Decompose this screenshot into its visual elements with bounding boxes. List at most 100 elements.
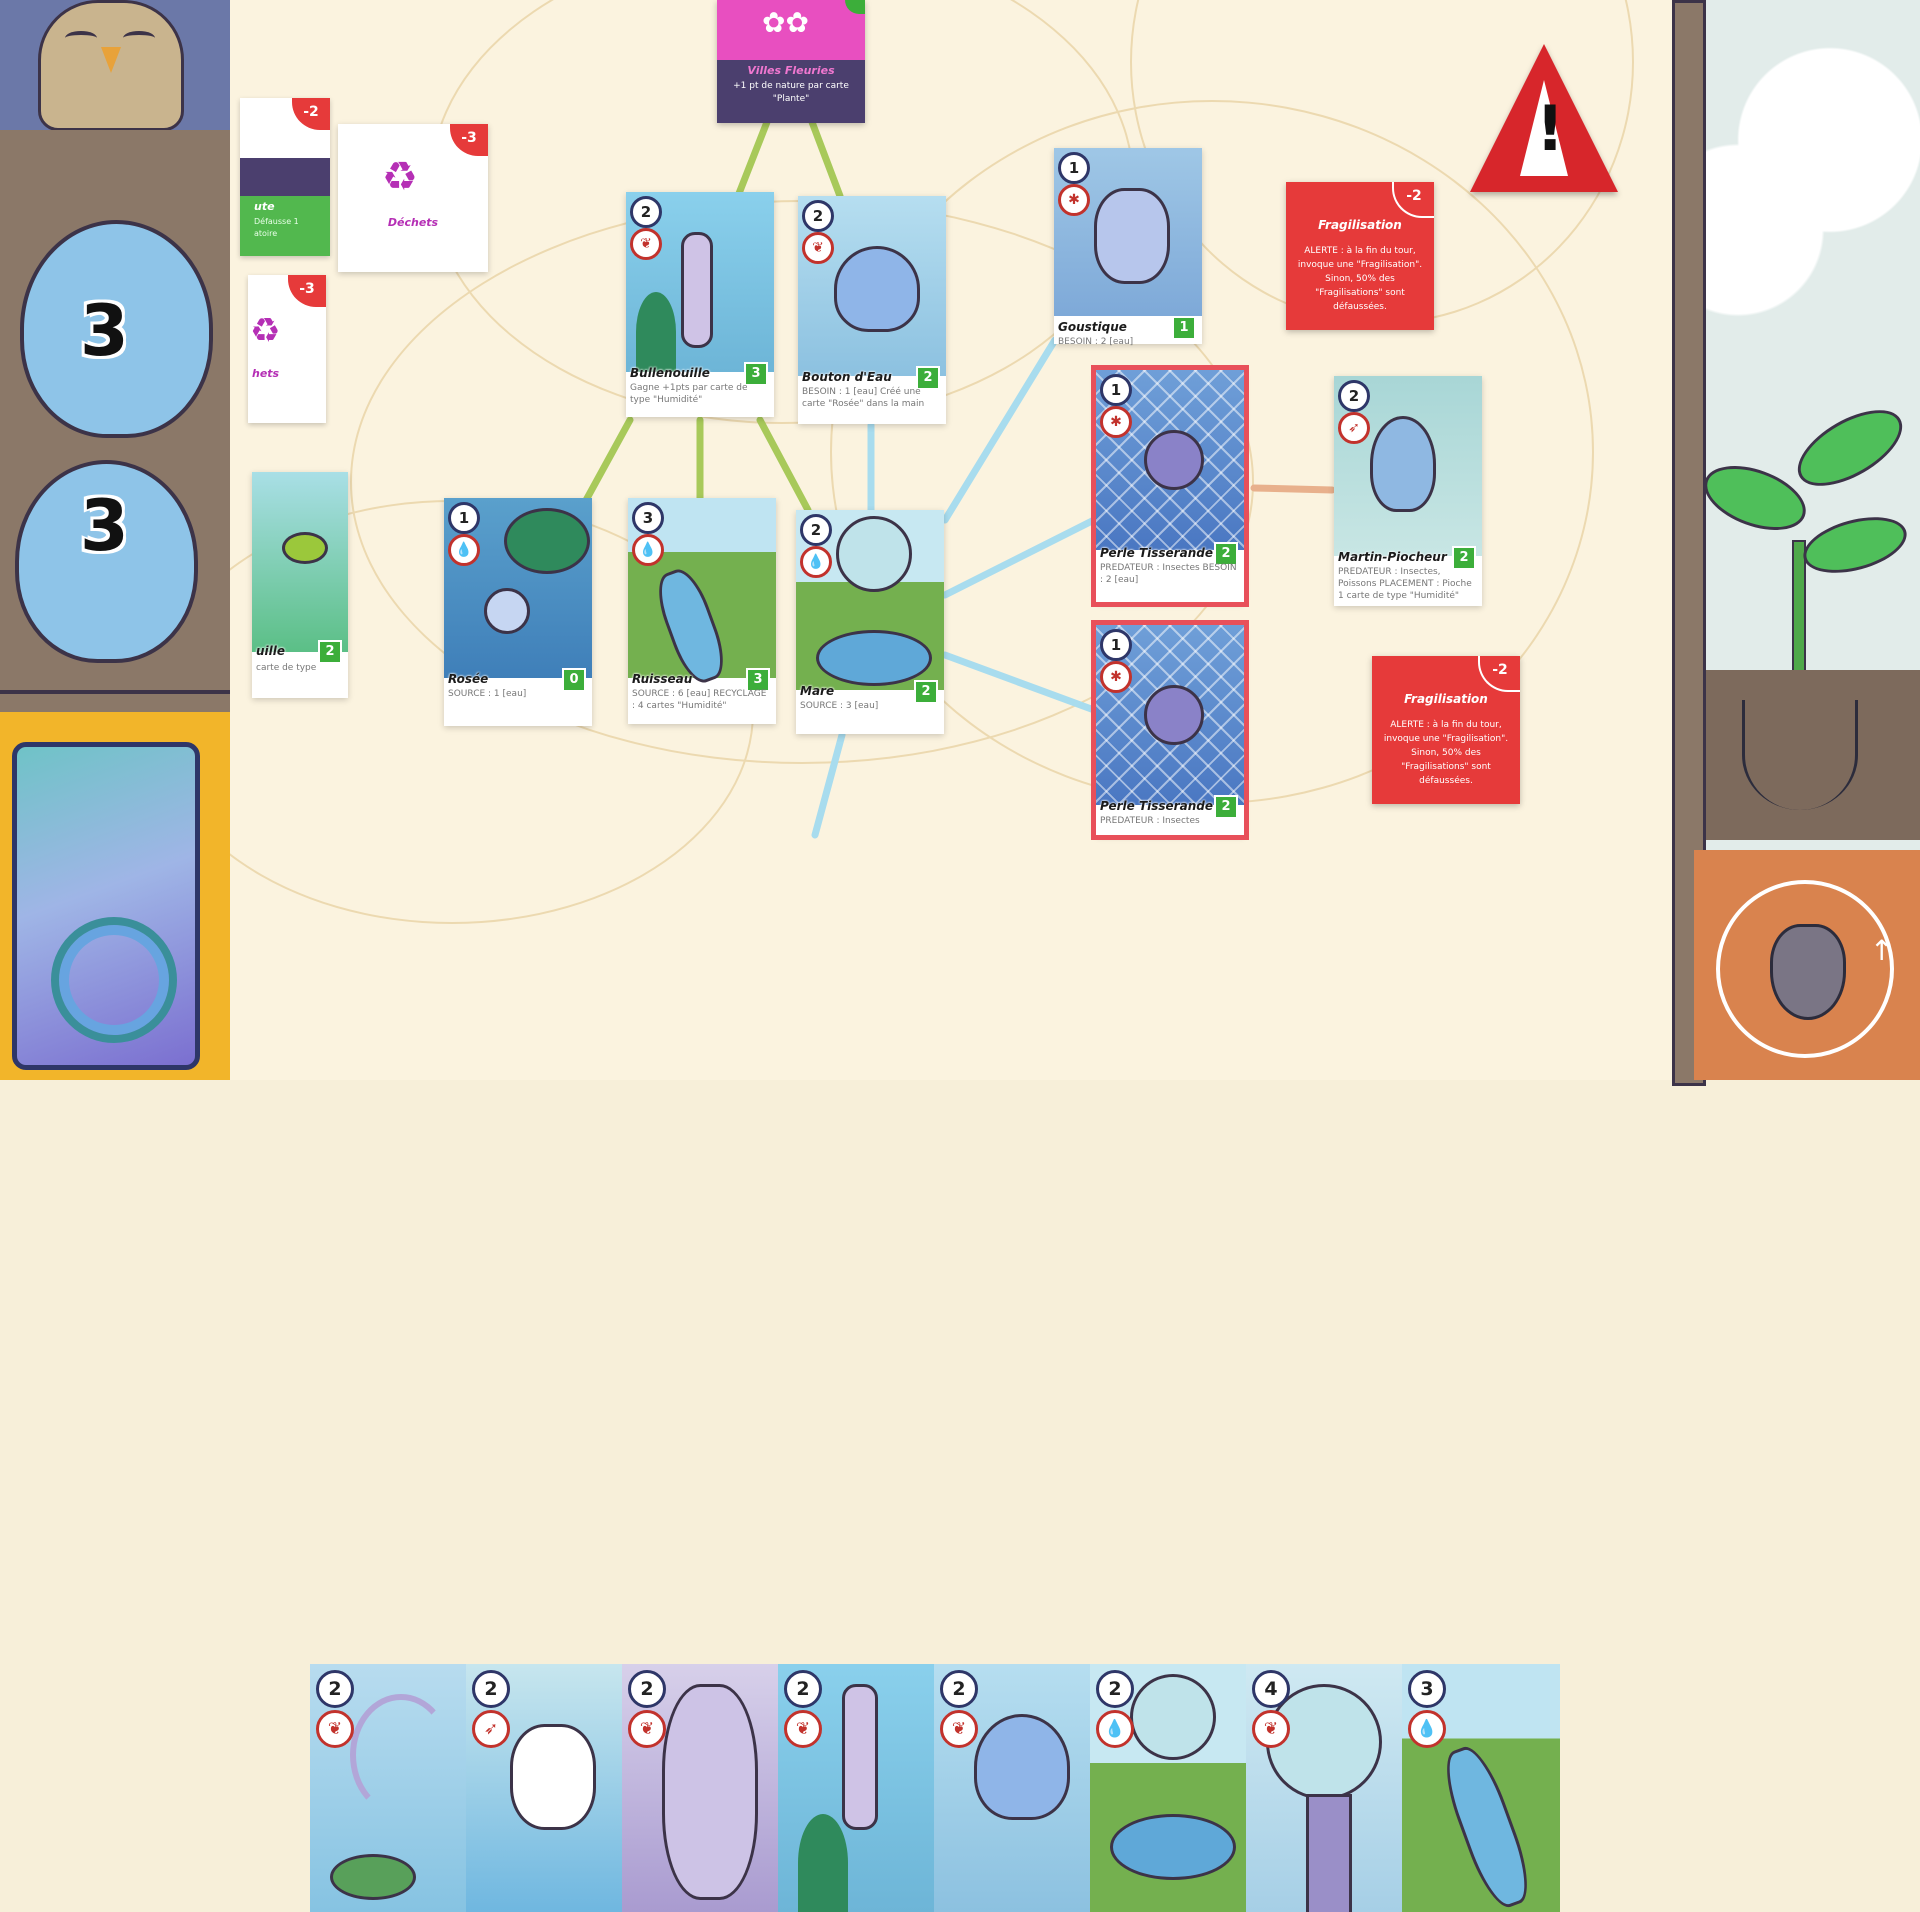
card-cost: 2 xyxy=(784,1670,822,1708)
water-drop-icon: 💧 xyxy=(800,546,832,578)
leaf-icon: ❦ xyxy=(802,232,834,264)
board-card-ruisseau[interactable]: 3 💧 Ruisseau 3 SOURCE : 6 [eau] RECYCLAG… xyxy=(628,498,776,724)
leaf-icon: ❦ xyxy=(628,1710,666,1748)
waste-card-label: hets xyxy=(252,367,280,380)
mosquito-art xyxy=(1094,188,1170,284)
alert-card-fragilisation-2[interactable]: -2 Fragilisation ALERTE : à la fin du to… xyxy=(1372,656,1520,804)
card-cost: 2 xyxy=(316,1670,354,1708)
waste-penalty: -2 xyxy=(292,98,330,130)
sprout-leaf xyxy=(1797,507,1913,583)
card-desc: PREDATEUR : Insectes xyxy=(1100,816,1200,826)
sprout-leaf xyxy=(1785,394,1915,502)
hand-card[interactable]: 2 ❦ xyxy=(934,1664,1092,1912)
card-cost: 2 xyxy=(802,200,834,232)
insect-icon: ✱ xyxy=(1058,184,1090,216)
hand-card[interactable]: 2 💧 xyxy=(1090,1664,1248,1912)
board-card-bullenouille[interactable]: 2 ❦ Bullenouille 3 Gagne +1pts par carte… xyxy=(626,192,774,417)
board-card-martin-piocheur[interactable]: 2 ➶ Martin-Piocheur 2 PREDATEUR : Insect… xyxy=(1334,376,1482,606)
link-objective-bullenouille xyxy=(734,118,771,200)
card-cost: 2 xyxy=(628,1670,666,1708)
waste-card[interactable]: ute Défausse 1 atoire -2 xyxy=(240,98,330,256)
board-card-bouton[interactable]: 2 ❦ Bouton d'Eau 2 BESOIN : 1 [eau] Créé… xyxy=(798,196,946,424)
card-score: 2 xyxy=(318,640,342,664)
link-mare-hand xyxy=(811,731,846,839)
cattail-art xyxy=(681,232,713,348)
card-desc: BESOIN : 2 [eau] xyxy=(1058,337,1134,347)
leaf-icon: ❦ xyxy=(630,228,662,260)
card-cost: 3 xyxy=(632,502,664,534)
waste-card-dechets[interactable]: -3 ♻ Déchets xyxy=(338,124,488,272)
hand-card[interactable]: 4 ❦ xyxy=(1246,1664,1404,1912)
leaf-icon: ❦ xyxy=(316,1710,354,1748)
end-turn-button[interactable]: ↑ xyxy=(1716,880,1894,1058)
card-cost: 2 xyxy=(1096,1670,1134,1708)
bubbles-art xyxy=(1130,1674,1216,1760)
roots xyxy=(1742,700,1858,810)
card-cost: 1 xyxy=(1100,374,1132,406)
card-name: Rosée xyxy=(448,672,489,686)
trash-icon: ♻ xyxy=(250,311,281,351)
spider-art xyxy=(1144,430,1204,490)
bird-icon: ➶ xyxy=(472,1710,510,1748)
card-cost: 1 xyxy=(1058,152,1090,184)
card-name: Bouton d'Eau xyxy=(802,370,892,384)
leaf-art xyxy=(504,508,590,574)
board-card-rosee[interactable]: 1 💧 Rosée 0 SOURCE : 1 [eau] xyxy=(444,498,592,726)
board-card-mare[interactable]: 2 💧 Mare 2 SOURCE : 3 [eau] xyxy=(796,510,944,734)
willow-art xyxy=(662,1684,758,1900)
card-name: Perle Tisserande xyxy=(1100,546,1213,560)
card-cost: 4 xyxy=(1252,1670,1290,1708)
board-card-perle-tisserande-2[interactable]: 1 ✱ Perle Tisserande 2 PREDATEUR : Insec… xyxy=(1091,620,1249,840)
alert-card-fragilisation[interactable]: -2 Fragilisation ALERTE : à la fin du to… xyxy=(1286,182,1434,330)
bird-icon: ➶ xyxy=(1338,412,1370,444)
card-cost: 1 xyxy=(1100,629,1132,661)
board-card-goustique[interactable]: 1 ✱ Goustique 1 BESOIN : 2 [eau] xyxy=(1054,148,1202,347)
pond-art xyxy=(816,630,932,686)
bud-art xyxy=(834,246,920,332)
hand-card[interactable]: 2 ❦ xyxy=(778,1664,936,1912)
leaf-icon: ❦ xyxy=(940,1710,978,1748)
link-perle-martin xyxy=(1250,484,1336,494)
waste-card-label: ute xyxy=(254,200,275,213)
objective-card[interactable]: ✿✿ Villes Fleuries +1 pt de nature par c… xyxy=(717,0,865,123)
waste-card-partial[interactable]: -3 ♻ hets xyxy=(248,275,326,423)
alert-title: Fragilisation xyxy=(1404,692,1488,706)
alert-text: ALERTE : à la fin du tour, invoque une "… xyxy=(1297,246,1423,312)
card-name: Bullenouille xyxy=(630,366,710,380)
water-drop-icon: 💧 xyxy=(448,534,480,566)
link-objective-bouton xyxy=(808,118,844,200)
leaf-icon: ❦ xyxy=(1252,1710,1290,1748)
right-panel: ↑ xyxy=(1672,0,1920,1086)
hand-card[interactable]: 2 ❦ xyxy=(622,1664,780,1912)
objective-title: Villes Fleuries xyxy=(747,64,835,77)
link-bullenouille-rosee xyxy=(581,416,634,506)
card-cost: 3 xyxy=(1408,1670,1446,1708)
alert-penalty: -2 xyxy=(1392,182,1434,218)
card-cost: 2 xyxy=(630,196,662,228)
lilypad-art xyxy=(330,1854,416,1900)
card-name: Mare xyxy=(800,684,835,698)
hand-card[interactable]: 2 ❦ xyxy=(310,1664,468,1912)
card-art xyxy=(350,1694,452,1816)
hand-card[interactable]: 3 💧 xyxy=(1402,1664,1560,1912)
pond-art xyxy=(1110,1814,1236,1880)
water-drop-icon: 💧 xyxy=(632,534,664,566)
alert-penalty: -2 xyxy=(1478,656,1520,692)
end-turn-icon xyxy=(1770,924,1846,1020)
flower-icon: ✿✿ xyxy=(762,6,809,39)
card-desc: SOURCE : 3 [eau] xyxy=(800,701,879,711)
card-desc: SOURCE : 6 [eau] RECYCLAGE : 4 cartes "H… xyxy=(632,689,767,711)
stream-art xyxy=(1435,1740,1539,1912)
board-card-perle-tisserande[interactable]: 1 ✱ Perle Tisserande 2 PREDATEUR : Insec… xyxy=(1091,365,1249,607)
refresh-arrow-icon: ↑ xyxy=(1870,934,1894,967)
board-card-partial[interactable]: uille 2 carte de type xyxy=(252,472,348,698)
card-desc: PREDATEUR : Insectes BESOIN : 2 [eau] xyxy=(1100,563,1237,585)
alert-text: ALERTE : à la fin du tour, invoque une "… xyxy=(1383,720,1509,786)
card-cost: 2 xyxy=(472,1670,510,1708)
bubbles-art xyxy=(836,516,912,592)
bud-art xyxy=(974,1714,1070,1820)
sky-clouds xyxy=(1692,20,1920,320)
leaf-icon: ❦ xyxy=(784,1710,822,1748)
card-desc: BESOIN : 1 [eau] Créé une carte "Rosée" … xyxy=(802,387,925,409)
hand-card[interactable]: 2 ➶ xyxy=(466,1664,624,1912)
